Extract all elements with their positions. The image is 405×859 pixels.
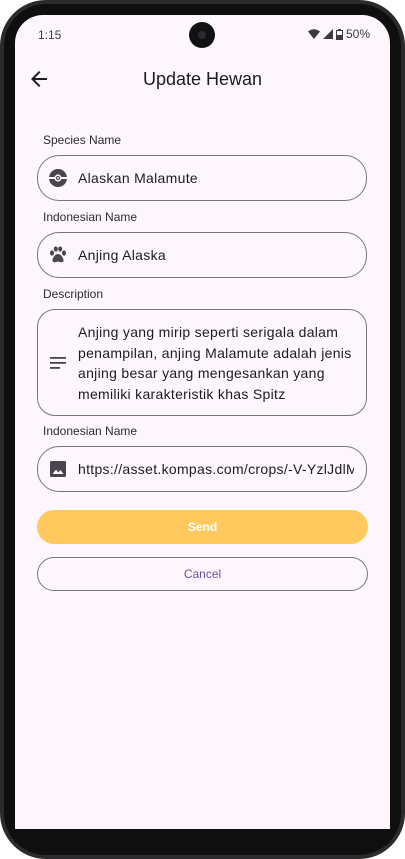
app-bar: Update Hewan xyxy=(15,61,390,99)
status-time: 1:15 xyxy=(38,28,62,42)
indonesian-name-label: Indonesian Name xyxy=(43,210,138,224)
cancel-button[interactable]: Cancel xyxy=(37,557,368,591)
species-name-label: Species Name xyxy=(43,133,122,147)
signal-icon xyxy=(322,29,333,39)
send-button[interactable]: Send xyxy=(37,510,368,544)
description-input[interactable]: Anjing yang mirip seperti serigala dalam… xyxy=(78,322,354,404)
species-name-input[interactable]: Alaskan Malamute xyxy=(78,170,354,186)
paw-icon xyxy=(50,246,66,263)
front-camera xyxy=(189,22,215,48)
wifi-icon xyxy=(307,29,320,39)
indonesian-name-field[interactable]: Anjing Alaska xyxy=(37,232,367,278)
image-url-label: Indonesian Name xyxy=(43,424,138,438)
description-label: Description xyxy=(43,287,104,301)
species-name-field[interactable]: Alaskan Malamute xyxy=(37,155,367,201)
image-url-input[interactable]: https://asset.kompas.com/crops/-V-YzlJdl… xyxy=(78,461,354,477)
indonesian-name-input[interactable]: Anjing Alaska xyxy=(78,247,354,263)
battery-icon xyxy=(335,28,343,40)
pokeball-icon xyxy=(49,169,67,187)
app-screen: 1:15 50% Update Hewan Species Name Alask… xyxy=(15,15,390,829)
image-icon xyxy=(50,461,66,477)
notes-icon xyxy=(50,357,66,369)
description-field[interactable]: Anjing yang mirip seperti serigala dalam… xyxy=(37,309,367,416)
image-url-field[interactable]: https://asset.kompas.com/crops/-V-YzlJdl… xyxy=(37,446,367,492)
page-title: Update Hewan xyxy=(142,69,263,89)
battery-percent: 50% xyxy=(345,27,370,41)
status-icons: 50% xyxy=(307,27,370,41)
status-bar: 1:15 50% xyxy=(15,15,390,53)
navigation-bar xyxy=(15,829,390,843)
